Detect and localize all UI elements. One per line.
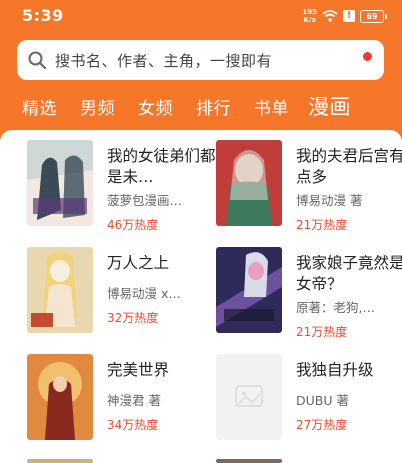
- tab-comics[interactable]: 漫画: [308, 91, 351, 121]
- book-cover[interactable]: [27, 140, 93, 226]
- book-cover[interactable]: [27, 354, 93, 440]
- network-speed: 195 K/s: [302, 8, 317, 24]
- book-heat: 21万热度: [296, 325, 348, 339]
- book-card[interactable]: 我独自升级 DUBU 著 27万热度: [216, 354, 402, 454]
- wifi-icon: [322, 10, 338, 22]
- book-title[interactable]: 万人之上: [107, 253, 217, 274]
- category-tabs: 精选 男频 女频 排行 书单 漫画: [0, 94, 402, 128]
- book-author: DUBU 著: [296, 393, 349, 408]
- tab-female[interactable]: 女频: [138, 94, 173, 119]
- book-cover[interactable]: [216, 459, 282, 463]
- book-author: 博易动漫 x…: [107, 286, 181, 301]
- network-speed-unit: K/s: [303, 16, 316, 24]
- search-icon: [28, 51, 47, 70]
- book-author: 神漫君 著: [107, 393, 161, 408]
- search-input[interactable]: 搜书名、作者、主角，一搜即有: [55, 50, 272, 71]
- book-cover[interactable]: [216, 247, 282, 333]
- book-heat: 34万热度: [107, 418, 159, 432]
- book-card[interactable]: 万人之上 博易动漫 x… 32万热度: [27, 247, 227, 347]
- book-title[interactable]: 我的女徒弟们都是未…: [107, 146, 217, 188]
- notification-dot: [363, 52, 372, 61]
- network-speed-value: 195: [302, 8, 317, 16]
- book-title[interactable]: 我家娘子竟然是女帝？: [296, 253, 402, 295]
- top-header: 5:39 195 K/s ! 69 搜书名、作者、主角，一搜即有 精选 男频 女…: [0, 0, 402, 140]
- search-bar[interactable]: 搜书名、作者、主角，一搜即有: [17, 40, 384, 80]
- book-card[interactable]: 我的女徒弟们都是未… 菠萝包漫画… 46万热度: [27, 140, 227, 240]
- book-title[interactable]: 完美世界: [107, 360, 217, 381]
- book-card[interactable]: [27, 459, 227, 463]
- tab-male[interactable]: 男频: [80, 94, 115, 119]
- tab-booklist[interactable]: 书单: [254, 94, 289, 119]
- book-author: 博易动漫 著: [296, 193, 363, 208]
- book-title[interactable]: 我独自升级: [296, 360, 402, 381]
- tab-featured[interactable]: 精选: [22, 94, 57, 119]
- book-heat: 32万热度: [107, 311, 159, 325]
- book-author: 菠萝包漫画…: [107, 193, 183, 208]
- book-cover[interactable]: [27, 459, 93, 463]
- book-card[interactable]: 我家娘子竟然是女帝？ 原著：老狗,… 21万热度: [216, 247, 402, 347]
- status-icons: 195 K/s ! 69: [302, 8, 387, 24]
- book-cover[interactable]: [216, 354, 282, 440]
- book-card[interactable]: 完美世界 神漫君 著 34万热度: [27, 354, 227, 454]
- tab-ranking[interactable]: 排行: [196, 94, 231, 119]
- book-heat: 21万热度: [296, 218, 348, 232]
- book-cover[interactable]: [216, 140, 282, 226]
- status-bar: 5:39 195 K/s ! 69: [0, 0, 402, 34]
- book-cover[interactable]: [27, 247, 93, 333]
- book-heat: 46万热度: [107, 218, 159, 232]
- alert-icon: !: [343, 10, 355, 22]
- battery-icon: 69: [360, 9, 387, 23]
- comic-grid: 我的女徒弟们都是未… 菠萝包漫画… 46万热度 我的夫君后宫有点多 博易动漫 著…: [0, 130, 402, 463]
- status-time: 5:39: [22, 6, 64, 25]
- book-heat: 27万热度: [296, 418, 348, 432]
- book-card[interactable]: [216, 459, 402, 463]
- book-card[interactable]: 我的夫君后宫有点多 博易动漫 著 21万热度: [216, 140, 402, 240]
- book-author: 原著：老狗,…: [296, 300, 375, 315]
- book-title[interactable]: 我的夫君后宫有点多: [296, 146, 402, 188]
